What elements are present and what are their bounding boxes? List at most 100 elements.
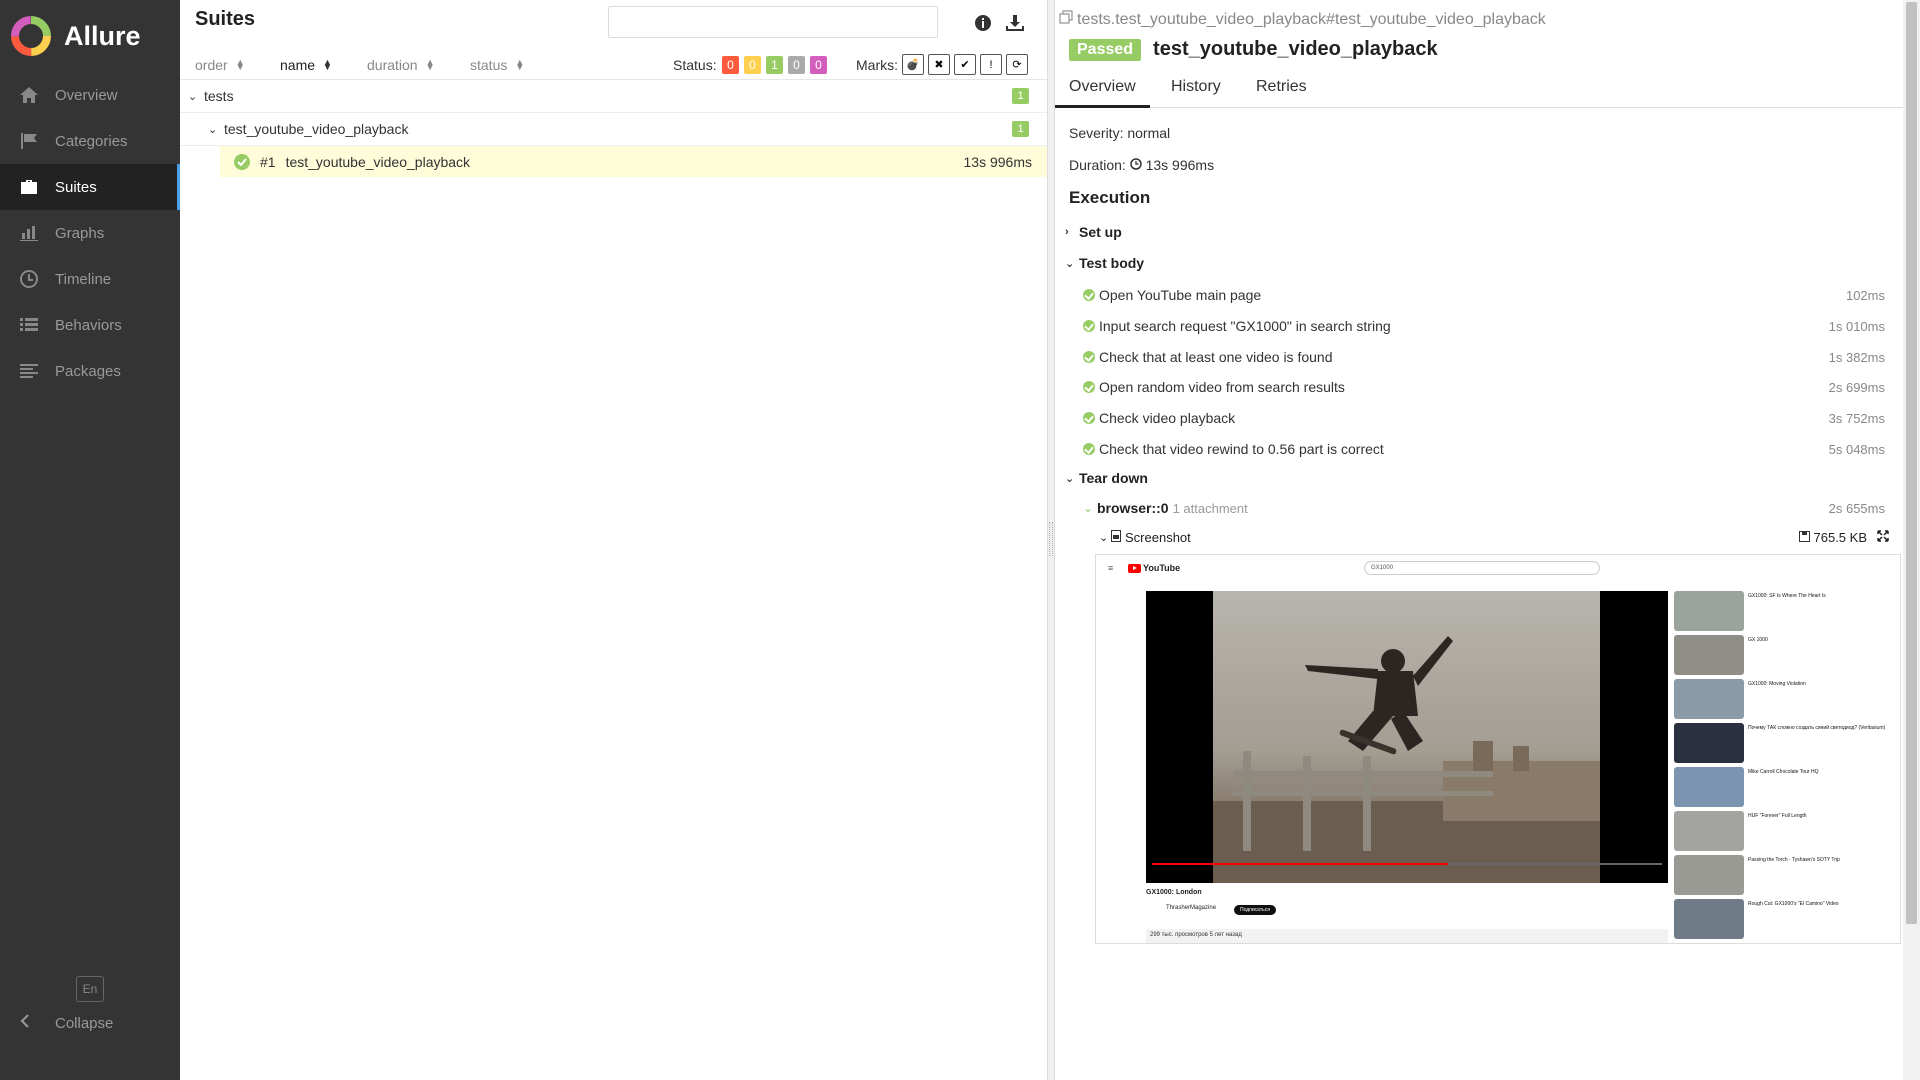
step-name: Check that at least one video is found	[1099, 349, 1333, 365]
brand-name: Allure	[64, 20, 141, 51]
test-detail-panel: tests.test_youtube_video_playback#test_y…	[1055, 0, 1903, 1080]
step-row[interactable]: Input search request "GX1000" in search …	[1083, 315, 1893, 337]
panel-resize-handle[interactable]	[1047, 0, 1055, 1080]
sort-bar: order ▲ ▼ name ▲ ▼ duration ▲ ▼ status ▲ ▼ S…	[180, 50, 1047, 80]
sidebar-item-label: Graphs	[55, 224, 105, 242]
tab-retries[interactable]: Retries	[1242, 78, 1321, 108]
expand-icon[interactable]	[1877, 530, 1889, 545]
related-video-thumbnail	[1674, 635, 1744, 675]
test-duration: 13s 996ms	[963, 153, 1032, 170]
info-icon[interactable]	[972, 12, 994, 34]
sort-name[interactable]: name ▲ ▼	[280, 57, 332, 73]
step-row[interactable]: Check video playback 3s 752ms	[1083, 407, 1893, 429]
status-failed-toggle[interactable]: 0	[722, 56, 739, 74]
passed-status-icon	[234, 153, 250, 170]
step-duration: 2s 655ms	[1828, 500, 1885, 516]
step-row[interactable]: Check that at least one video is found 1…	[1083, 346, 1893, 368]
status-skipped-toggle[interactable]: 0	[788, 56, 805, 74]
sidebar-item-label: Timeline	[55, 270, 112, 288]
sidebar-item-behaviors[interactable]: Behaviors	[0, 302, 180, 348]
related-video-thumbnail	[1674, 899, 1744, 939]
tree-group-tests[interactable]: ⌄ tests 1	[180, 80, 1047, 113]
video-frame	[1213, 591, 1600, 883]
chevron-right-icon: ›	[1065, 226, 1069, 238]
setup-stage[interactable]: › Set up	[1065, 224, 1122, 240]
sidebar-item-overview[interactable]: Overview	[0, 72, 180, 118]
copy-icon[interactable]	[1059, 10, 1073, 29]
screenshot-views: 299 тыс. просмотров 5 лет назад	[1146, 929, 1668, 943]
collapse-button[interactable]: Collapse	[20, 1014, 113, 1032]
step-row[interactable]: Open YouTube main page 102ms	[1083, 284, 1893, 306]
step-row[interactable]: Open random video from search results 2s…	[1083, 376, 1893, 398]
passed-status-icon	[1083, 412, 1095, 424]
chevron-down-icon: ⌄	[188, 90, 198, 103]
sidebar-nav: Overview Categories Suites Graphs Timeli…	[0, 72, 180, 394]
related-video-item: Rough Cut: GX1000's "El Camino" Video	[1674, 899, 1894, 941]
related-video-item: Почему ТАК сложно создать синий светодио…	[1674, 723, 1894, 765]
sidebar: Allure Overview Categories Suites Graphs…	[0, 0, 180, 1080]
step-duration: 1s 382ms	[1828, 349, 1885, 365]
sidebar-item-graphs[interactable]: Graphs	[0, 210, 180, 256]
sort-order[interactable]: order ▲ ▼	[195, 57, 245, 73]
attachment-row[interactable]: ⌄ Screenshot 765.5 KB	[1099, 530, 1893, 545]
sidebar-item-packages[interactable]: Packages	[0, 348, 180, 394]
sort-status[interactable]: status ▲ ▼	[470, 57, 524, 73]
chevron-down-icon: ⌄	[1099, 532, 1109, 544]
passed-count-badge: 1	[1012, 88, 1029, 104]
stage-label: Tear down	[1079, 470, 1148, 486]
chevron-down-icon: ⌄	[1065, 257, 1075, 270]
sort-arrows-icon: ▲ ▼	[235, 57, 245, 72]
scrollbar-thumb[interactable]	[1906, 2, 1917, 924]
attachment-size: 765.5 KB	[1798, 530, 1868, 545]
tab-history[interactable]: History	[1157, 78, 1235, 108]
related-video-item: Mike Carroll Chocolate Tour HQ	[1674, 767, 1894, 809]
video-progress-fill	[1152, 863, 1448, 865]
tab-overview[interactable]: Overview	[1055, 78, 1150, 108]
related-video-title: GX1000: SF Is Where The Heart Is	[1748, 593, 1826, 599]
teardown-stage[interactable]: ⌄ Tear down	[1065, 470, 1148, 486]
tree-group-name: tests	[204, 88, 234, 104]
teardown-step-name: browser::0	[1097, 500, 1169, 516]
new-failed-mark-icon[interactable]: ✖	[928, 54, 950, 75]
sort-order-label: order	[195, 57, 228, 73]
status-passed-toggle[interactable]: 1	[766, 56, 783, 74]
test-body-stage[interactable]: ⌄ Test body	[1065, 255, 1144, 271]
related-video-thumbnail	[1674, 723, 1744, 763]
attachment-size-value: 765.5 KB	[1813, 530, 1868, 545]
sidebar-item-categories[interactable]: Categories	[0, 118, 180, 164]
screenshot-video-title: GX1000: London	[1146, 889, 1202, 896]
status-broken-toggle[interactable]: 0	[744, 56, 761, 74]
retries-mark-icon[interactable]: ⟳	[1006, 54, 1028, 75]
sidebar-item-timeline[interactable]: Timeline	[0, 256, 180, 302]
tree-group-suite[interactable]: ⌄ test_youtube_video_playback 1	[180, 113, 1047, 146]
step-name: Open random video from search results	[1099, 379, 1345, 395]
step-duration: 1s 010ms	[1828, 318, 1885, 334]
youtube-logo-text: YouTube	[1143, 563, 1181, 573]
test-case-row[interactable]: #1 test_youtube_video_playback 13s 996ms	[220, 146, 1047, 177]
new-passed-mark-icon[interactable]: ✔	[954, 54, 976, 75]
download-icon[interactable]	[1004, 12, 1026, 34]
sidebar-item-suites[interactable]: Suites	[0, 164, 180, 210]
new-broken-mark-icon[interactable]: !	[980, 54, 1002, 75]
screenshot-search: GX1000	[1364, 561, 1600, 575]
language-button[interactable]: En	[76, 976, 104, 1002]
related-video-title: HUF "Forever" Full Length	[1748, 813, 1807, 819]
related-video-title: GX 1000	[1748, 637, 1768, 643]
status-unknown-toggle[interactable]: 0	[810, 56, 827, 74]
allure-logo-icon	[11, 16, 51, 56]
sort-arrows-icon: ▲ ▼	[323, 57, 332, 72]
page-title: Suites	[195, 8, 256, 30]
brand[interactable]: Allure	[0, 0, 180, 72]
flaky-mark-icon[interactable]: 💣	[902, 54, 924, 75]
step-row[interactable]: Check that video rewind to 0.56 part is …	[1083, 438, 1893, 460]
tree-group-name: test_youtube_video_playback	[224, 121, 409, 137]
attachment-screenshot[interactable]: ≡ YouTube GX1000 GX1000: London Thrasher…	[1095, 554, 1901, 944]
screenshot-subscribe-button: Подписаться	[1234, 905, 1276, 915]
scrollbar[interactable]	[1903, 0, 1920, 1080]
attachment-name: Screenshot	[1125, 530, 1191, 545]
sort-duration[interactable]: duration ▲ ▼	[367, 57, 435, 73]
step-name: Check that video rewind to 0.56 part is …	[1099, 441, 1384, 457]
related-video-thumbnail	[1674, 855, 1744, 895]
teardown-step[interactable]: ⌄ browser::0 1 attachment 2s 655ms	[1083, 500, 1893, 516]
search-input[interactable]	[608, 6, 938, 38]
